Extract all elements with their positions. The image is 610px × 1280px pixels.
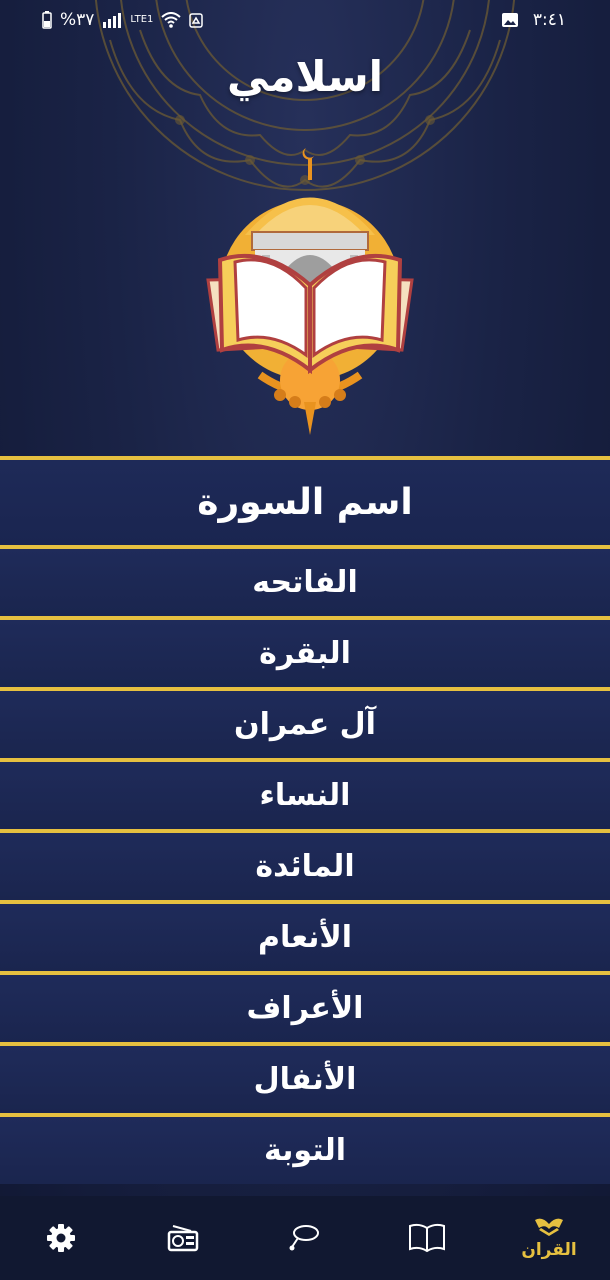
sura-item-maida[interactable]: المائدة bbox=[0, 833, 610, 900]
battery-icon bbox=[42, 11, 52, 29]
sura-item-baqara[interactable]: البقرة bbox=[0, 620, 610, 687]
nav-radio-tab[interactable] bbox=[133, 1196, 233, 1280]
quran-icon bbox=[535, 1218, 563, 1236]
network-type: LTE1 bbox=[130, 14, 154, 25]
sura-item-nisa[interactable]: النساء bbox=[0, 762, 610, 829]
nav-settings-tab[interactable] bbox=[11, 1196, 111, 1280]
wifi-icon bbox=[161, 12, 182, 28]
bottom-nav: القران bbox=[0, 1196, 610, 1280]
sura-list: اسم السورة الفاتحه البقرة آل عمران النسا… bbox=[0, 456, 610, 1184]
battery-percent: %٣٧ bbox=[60, 10, 95, 30]
book-icon bbox=[409, 1223, 445, 1253]
sura-item-fatiha[interactable]: الفاتحه bbox=[0, 549, 610, 616]
sura-item-araf[interactable]: الأعراف bbox=[0, 975, 610, 1042]
recycle-icon bbox=[189, 13, 204, 28]
nav-quran-tab[interactable]: القران bbox=[499, 1196, 599, 1280]
list-header: اسم السورة bbox=[0, 460, 610, 545]
status-bar: %٣٧ LTE1 ٣:٤١ bbox=[0, 0, 610, 42]
sura-item-tawba[interactable]: التوبة bbox=[0, 1117, 610, 1184]
nav-quran-label: القران bbox=[521, 1240, 577, 1260]
status-right: ٣:٤١ bbox=[501, 10, 566, 30]
status-left: %٣٧ LTE1 bbox=[42, 10, 204, 30]
settings-icon bbox=[47, 1224, 75, 1252]
sura-item-anam[interactable]: الأنعام bbox=[0, 904, 610, 971]
status-time: ٣:٤١ bbox=[532, 10, 566, 30]
image-icon bbox=[501, 13, 518, 27]
app-title: اسلامي bbox=[226, 52, 384, 101]
signal-icon bbox=[103, 13, 122, 28]
sura-item-anfal[interactable]: الأنفال bbox=[0, 1046, 610, 1113]
sebha-icon bbox=[289, 1225, 319, 1251]
quran-logo bbox=[206, 148, 414, 435]
nav-sebha-tab[interactable] bbox=[255, 1196, 355, 1280]
nav-hadith-tab[interactable] bbox=[377, 1196, 477, 1280]
sura-item-al-imran[interactable]: آل عمران bbox=[0, 691, 610, 758]
radio-icon bbox=[167, 1225, 199, 1252]
